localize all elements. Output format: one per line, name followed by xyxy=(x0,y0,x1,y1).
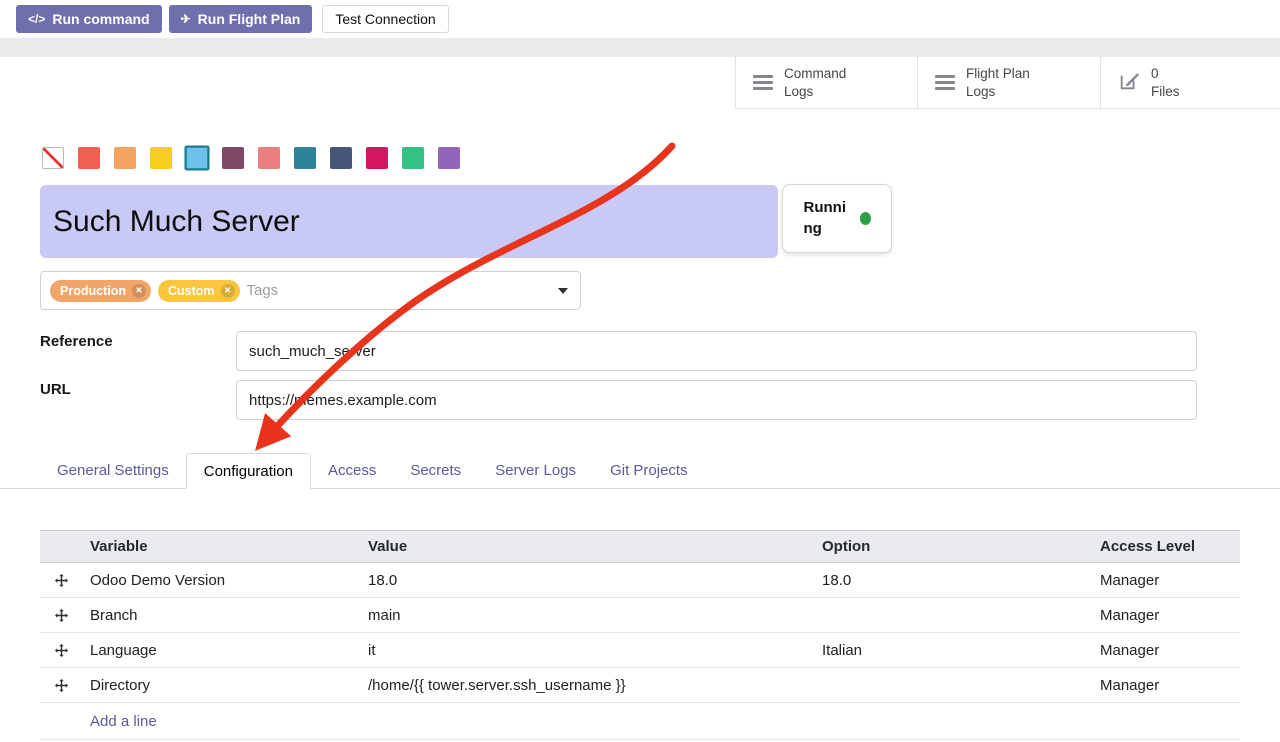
cell-variable[interactable]: Branch xyxy=(82,607,360,624)
table-row[interactable]: Branchmain Manager xyxy=(40,598,1240,633)
run-command-label: Run command xyxy=(52,11,149,27)
cell-option[interactable]: 18.0 xyxy=(814,572,1092,589)
run-flight-plan-label: Run Flight Plan xyxy=(198,11,301,27)
drag-handle-icon[interactable] xyxy=(40,644,82,657)
flight-plan-logs-button[interactable]: Flight Plan Logs xyxy=(917,57,1100,108)
color-swatch-raspberry[interactable] xyxy=(366,147,388,169)
tab-server-logs[interactable]: Server Logs xyxy=(478,453,593,488)
run-command-button[interactable]: </> Run command xyxy=(16,5,162,33)
cell-value[interactable]: /home/{{ tower.server.ssh_username }} xyxy=(360,677,814,694)
column-header-access-level: Access Level xyxy=(1092,538,1240,555)
chevron-down-icon[interactable] xyxy=(558,288,568,294)
code-icon: </> xyxy=(28,12,45,26)
files-label: 0 Files xyxy=(1151,65,1180,100)
cell-access-level[interactable]: Manager xyxy=(1092,677,1240,694)
reference-label: Reference xyxy=(40,333,113,350)
tag-remove-icon[interactable]: ✕ xyxy=(221,284,235,298)
color-swatch-salmon[interactable] xyxy=(258,147,280,169)
server-form-page: </> Run command ✈ Run Flight Plan Test C… xyxy=(0,0,1280,742)
tab-bar: General SettingsConfigurationAccessSecre… xyxy=(0,453,1280,489)
config-table-body: Odoo Demo Version18.018.0ManagerBranchma… xyxy=(40,563,1240,703)
color-swatch-none[interactable] xyxy=(42,147,64,169)
color-swatch-teal[interactable] xyxy=(294,147,316,169)
color-swatch-violet[interactable] xyxy=(438,147,460,169)
add-line-row: Add a line xyxy=(40,703,1240,740)
test-connection-button[interactable]: Test Connection xyxy=(322,5,448,33)
tab-general-settings[interactable]: General Settings xyxy=(40,453,186,488)
tag-label: Production xyxy=(60,284,126,298)
list-icon xyxy=(753,75,773,90)
color-swatch-cyan[interactable] xyxy=(184,145,209,170)
toolbar-divider-strip xyxy=(0,38,1280,57)
test-connection-label: Test Connection xyxy=(335,11,435,27)
column-header-variable: Variable xyxy=(82,538,360,555)
list-icon xyxy=(935,75,955,90)
column-header-value: Value xyxy=(360,538,814,555)
status-badge[interactable]: Running xyxy=(782,184,892,253)
cell-access-level[interactable]: Manager xyxy=(1092,642,1240,659)
table-row[interactable]: Odoo Demo Version18.018.0Manager xyxy=(40,563,1240,598)
color-swatch-dark-blue[interactable] xyxy=(330,147,352,169)
command-logs-label: Command Logs xyxy=(784,65,846,100)
status-label: Running xyxy=(804,198,851,239)
run-flight-plan-button[interactable]: ✈ Run Flight Plan xyxy=(169,5,313,33)
tag-custom[interactable]: Custom ✕ xyxy=(158,280,240,302)
configuration-table: Variable Value Option Access Level Odoo … xyxy=(40,530,1240,740)
cell-access-level[interactable]: Manager xyxy=(1092,607,1240,624)
stat-button-box: Command Logs Flight Plan Logs 0 Files xyxy=(735,57,1280,109)
cell-value[interactable]: it xyxy=(360,642,814,659)
color-swatch-yellow[interactable] xyxy=(150,147,172,169)
command-logs-button[interactable]: Command Logs xyxy=(735,57,917,108)
cell-variable[interactable]: Odoo Demo Version xyxy=(82,572,360,589)
toolbar: </> Run command ✈ Run Flight Plan Test C… xyxy=(0,0,1280,38)
tag-remove-icon[interactable]: ✕ xyxy=(132,284,146,298)
column-header-option: Option xyxy=(814,538,1092,555)
flight-plan-logs-label: Flight Plan Logs xyxy=(966,65,1030,100)
table-row[interactable]: Directory/home/{{ tower.server.ssh_usern… xyxy=(40,668,1240,703)
cell-option[interactable]: Italian xyxy=(814,642,1092,659)
color-palette xyxy=(42,147,460,169)
drag-handle-icon[interactable] xyxy=(40,679,82,692)
tags-placeholder: Tags xyxy=(247,282,279,299)
color-swatch-orange[interactable] xyxy=(114,147,136,169)
add-line-link[interactable]: Add a line xyxy=(90,713,157,730)
plane-icon: ✈ xyxy=(181,12,191,26)
server-name-input[interactable] xyxy=(40,185,778,258)
tag-label: Custom xyxy=(168,284,215,298)
drag-handle-icon[interactable] xyxy=(40,574,82,587)
table-header-row: Variable Value Option Access Level xyxy=(40,530,1240,563)
table-row[interactable]: LanguageitItalianManager xyxy=(40,633,1240,668)
cell-access-level[interactable]: Manager xyxy=(1092,572,1240,589)
tags-input[interactable]: Production ✕ Custom ✕ Tags xyxy=(40,271,581,310)
color-swatch-red[interactable] xyxy=(78,147,100,169)
files-button[interactable]: 0 Files xyxy=(1100,57,1280,108)
cell-variable[interactable]: Directory xyxy=(82,677,360,694)
tab-access[interactable]: Access xyxy=(311,453,393,488)
cell-value[interactable]: 18.0 xyxy=(360,572,814,589)
tab-git-projects[interactable]: Git Projects xyxy=(593,453,705,488)
cell-variable[interactable]: Language xyxy=(82,642,360,659)
edit-pencil-icon xyxy=(1118,70,1140,96)
status-green-dot-icon xyxy=(860,212,871,225)
cell-value[interactable]: main xyxy=(360,607,814,624)
color-swatch-green[interactable] xyxy=(402,147,424,169)
drag-handle-icon[interactable] xyxy=(40,609,82,622)
url-label: URL xyxy=(40,381,71,398)
tab-secrets[interactable]: Secrets xyxy=(393,453,478,488)
reference-input[interactable] xyxy=(236,331,1197,371)
url-input[interactable] xyxy=(236,380,1197,420)
color-swatch-dark-purple[interactable] xyxy=(222,147,244,169)
tag-list: Production ✕ Custom ✕ xyxy=(50,280,240,302)
tab-configuration[interactable]: Configuration xyxy=(186,453,311,489)
tag-production[interactable]: Production ✕ xyxy=(50,280,151,302)
